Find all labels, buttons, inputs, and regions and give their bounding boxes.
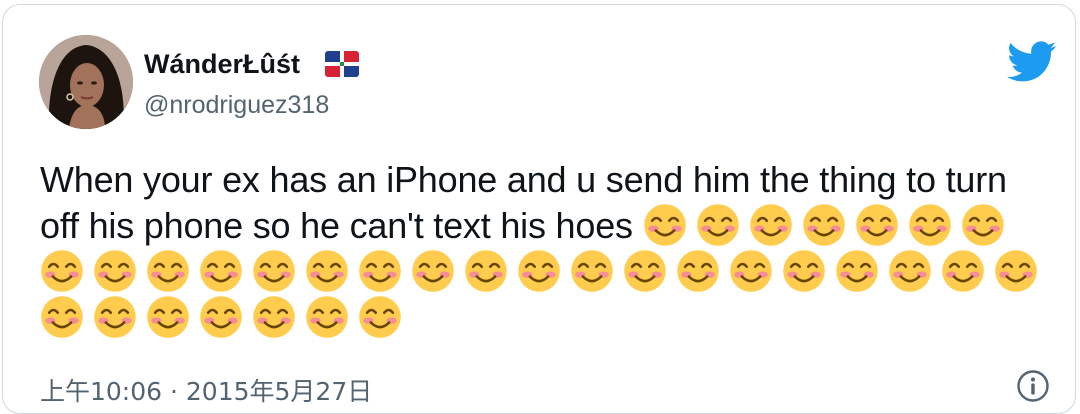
- smiling-face-icon: [623, 249, 667, 293]
- smiling-face-icon: [40, 295, 84, 339]
- smiling-face-icon: [517, 249, 561, 293]
- smiling-face-icon: [40, 249, 84, 293]
- smiling-face-icon: [888, 249, 932, 293]
- display-name[interactable]: WánderŁûśt: [144, 49, 300, 80]
- smiling-face-icon: [961, 203, 1005, 247]
- smiling-face-icon: [464, 249, 508, 293]
- smiling-face-icon: [908, 203, 952, 247]
- smiling-face-icon: [994, 249, 1038, 293]
- smiling-face-icon: [835, 249, 879, 293]
- tweet-timestamp[interactable]: 上午10:06 · 2015年5月27日: [40, 372, 372, 408]
- avatar[interactable]: [39, 35, 133, 129]
- smiling-face-icon: [305, 249, 349, 293]
- smiling-face-icon: [252, 295, 296, 339]
- tweet-card: WánderŁûśt @nrodriguez318 When your ex h…: [2, 4, 1076, 414]
- smiling-face-icon: [146, 249, 190, 293]
- smiling-face-icon: [643, 203, 687, 247]
- smiling-face-icon: [305, 295, 349, 339]
- info-icon[interactable]: [1016, 369, 1050, 403]
- smiling-face-icon: [93, 249, 137, 293]
- smiling-face-icon: [358, 295, 402, 339]
- user-handle[interactable]: @nrodriguez318: [144, 91, 329, 120]
- smiling-face-icon: [802, 203, 846, 247]
- smiling-face-icon: [782, 249, 826, 293]
- smiling-face-icon: [199, 249, 243, 293]
- smiling-face-icon: [729, 249, 773, 293]
- dominican-republic-flag-icon: [325, 51, 359, 77]
- smiling-face-icon: [411, 249, 455, 293]
- smiling-face-icon: [749, 203, 793, 247]
- smiling-face-icon: [570, 249, 614, 293]
- smiling-face-icon: [93, 295, 137, 339]
- smiling-face-icon: [941, 249, 985, 293]
- twitter-bird-icon[interactable]: [1007, 41, 1057, 83]
- smiling-face-icon: [855, 203, 899, 247]
- smiling-face-icon: [676, 249, 720, 293]
- smiling-face-icon: [696, 203, 740, 247]
- smiling-face-icon: [146, 295, 190, 339]
- smiling-face-icon: [252, 249, 296, 293]
- tweet-text: When your ex has an iPhone and u send hi…: [40, 157, 1050, 341]
- smiling-face-icon: [358, 249, 402, 293]
- smiling-face-icon: [199, 295, 243, 339]
